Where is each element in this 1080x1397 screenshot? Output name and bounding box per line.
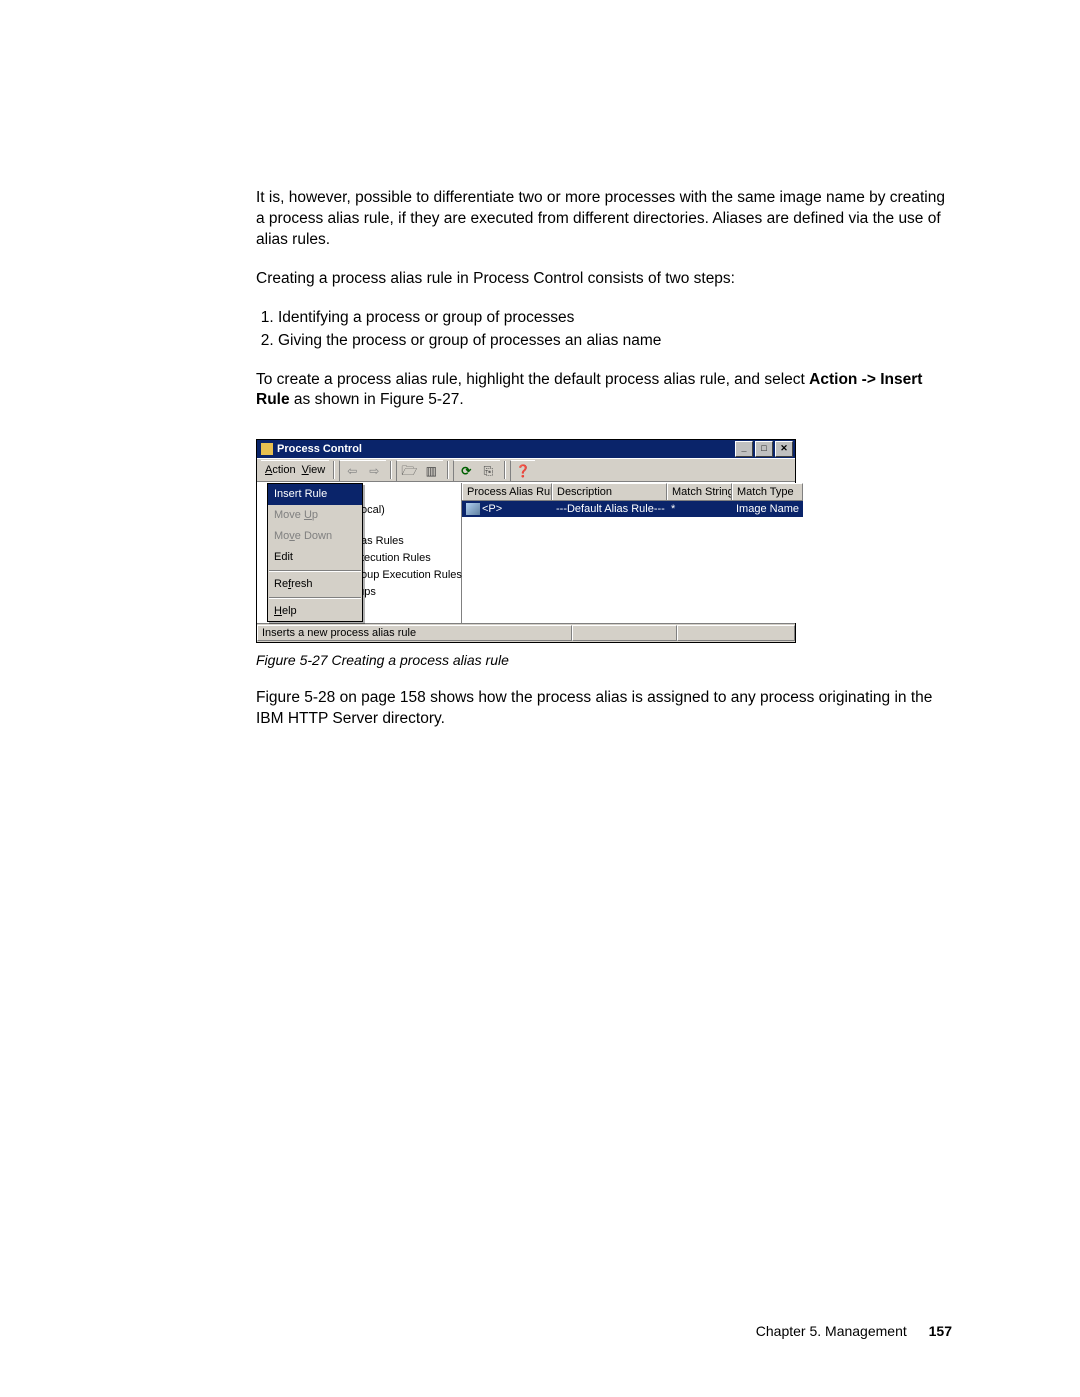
toolbar-separator	[447, 461, 449, 479]
statusbar: Inserts a new process alias rule	[257, 623, 795, 642]
forward-icon[interactable]	[366, 463, 382, 479]
cell-description: ---Default Alias Rule---	[552, 502, 667, 517]
status-cell	[572, 625, 677, 641]
rule-icon	[466, 503, 480, 515]
col-process-alias-rule[interactable]: Process Alias Rule	[462, 483, 552, 500]
toolbar-separator	[390, 461, 392, 479]
menu-edit[interactable]: Edit	[268, 547, 362, 568]
show-hide-icon[interactable]	[423, 463, 439, 479]
cell-text: <P>	[482, 503, 502, 515]
menu-action[interactable]: Action	[265, 463, 296, 478]
minimize-button[interactable]: _	[735, 441, 753, 457]
text: To create a process alias rule, highligh…	[256, 371, 809, 388]
toolbar-separator	[504, 461, 506, 479]
page-number: 157	[929, 1323, 952, 1339]
refresh-icon[interactable]	[458, 463, 474, 479]
status-cell	[677, 625, 795, 641]
back-icon[interactable]	[344, 463, 360, 479]
page-footer: Chapter 5. Management 157	[756, 1322, 952, 1341]
menu-help[interactable]: Help	[268, 601, 362, 622]
maximize-button[interactable]: □	[755, 441, 773, 457]
menu-move-down: Move Down	[268, 526, 362, 547]
paragraph-2: Creating a process alias rule in Process…	[256, 269, 952, 290]
text: Figure 5-28 on page 158 shows how the pr…	[256, 688, 952, 730]
steps-list: Identifying a process or group of proces…	[256, 308, 952, 352]
col-description[interactable]: Description	[552, 483, 667, 500]
close-button[interactable]: ✕	[775, 441, 793, 457]
screenshot-window: Process Control _ □ ✕ Action View	[256, 439, 796, 643]
cell-match-type: Image Name	[732, 502, 803, 517]
tree-pane: Insert Rule Move Up Move Down Edit Refre…	[257, 483, 462, 623]
table-row[interactable]: <P> ---Default Alias Rule--- * Image Nam…	[462, 501, 803, 517]
export-icon[interactable]	[480, 463, 496, 479]
menu-insert-rule[interactable]: Insert Rule	[268, 484, 362, 505]
menubar: Action View	[257, 458, 795, 482]
menu-move-up: Move Up	[268, 505, 362, 526]
step-item: Identifying a process or group of proces…	[278, 308, 952, 329]
text: as shown in Figure 5-27.	[290, 391, 464, 408]
help-icon[interactable]	[515, 463, 531, 479]
toolbar-separator	[333, 461, 335, 479]
text: Creating a process alias rule in Process…	[256, 269, 952, 290]
list-pane: Process Alias Rule Description Match Str…	[462, 483, 803, 623]
menu-refresh[interactable]: Refresh	[268, 574, 362, 595]
up-folder-icon[interactable]	[401, 463, 417, 479]
paragraph-4: Figure 5-28 on page 158 shows how the pr…	[256, 688, 952, 730]
column-headers: Process Alias Rule Description Match Str…	[462, 483, 803, 501]
titlebar: Process Control _ □ ✕	[257, 440, 795, 458]
menu-view[interactable]: View	[302, 463, 326, 478]
status-text: Inserts a new process alias rule	[257, 625, 572, 641]
step-item: Giving the process or group of processes…	[278, 331, 952, 352]
app-icon	[261, 443, 273, 455]
context-menu: Insert Rule Move Up Move Down Edit Refre…	[267, 483, 363, 622]
figure-caption: Figure 5-27 Creating a process alias rul…	[256, 651, 952, 670]
col-match-type[interactable]: Match Type	[732, 483, 803, 500]
client-area: Insert Rule Move Up Move Down Edit Refre…	[257, 482, 795, 623]
cell-rule: <P>	[462, 502, 552, 517]
col-match-string[interactable]: Match String	[667, 483, 732, 500]
window-title: Process Control	[277, 442, 733, 457]
paragraph-3: To create a process alias rule, highligh…	[256, 370, 952, 412]
text: It is, however, possible to differentiat…	[256, 188, 952, 251]
chapter-label: Chapter 5. Management	[756, 1323, 907, 1339]
paragraph-1: It is, however, possible to differentiat…	[256, 188, 952, 251]
cell-match-string: *	[667, 502, 732, 517]
